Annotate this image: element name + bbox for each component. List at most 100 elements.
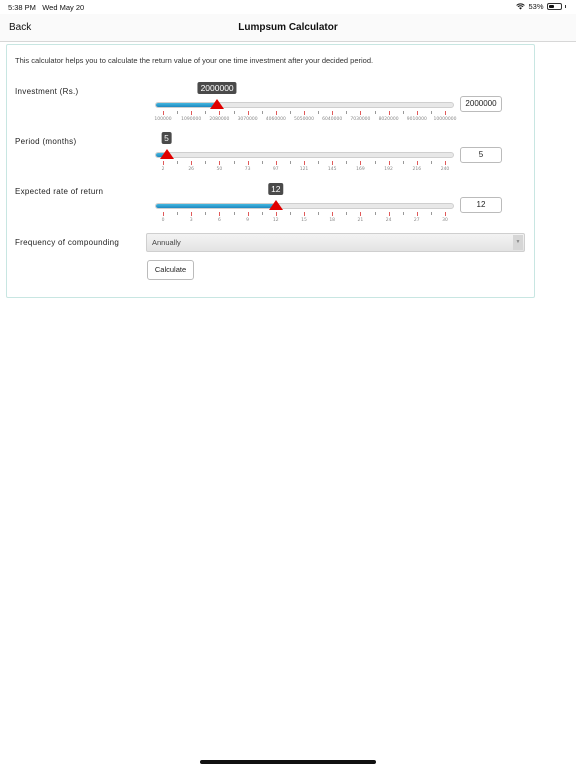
calculate-button[interactable]: Calculate — [147, 260, 194, 280]
chevron-down-icon: ▼ — [513, 235, 523, 250]
period-slider-track[interactable] — [155, 152, 454, 158]
rate-tick — [416, 212, 418, 216]
period-minor-tick — [346, 161, 348, 164]
nav-bar: Back Lumpsum Calculator — [0, 14, 576, 42]
period-tick — [360, 161, 362, 165]
period-tick-label: 240 — [440, 167, 450, 172]
rate-minor-tick — [318, 212, 320, 215]
period-minor-tick — [233, 161, 235, 164]
period-tick-label: 26 — [188, 167, 195, 172]
rate-minor-tick — [374, 212, 376, 215]
rate-tick-label: 21 — [357, 218, 364, 223]
period-slider-handle[interactable] — [159, 149, 174, 159]
investment-minor-tick — [261, 111, 263, 114]
status-time: 5:38 PM Wed May 20 — [8, 3, 84, 12]
period-minor-tick — [318, 161, 320, 164]
investment-tick — [275, 111, 277, 115]
period-tick — [219, 161, 221, 165]
period-minor-tick — [205, 161, 207, 164]
rate-tick — [388, 212, 390, 216]
investment-tick — [416, 111, 418, 115]
page-title: Lumpsum Calculator — [238, 22, 338, 33]
period-tick-label: 145 — [327, 167, 337, 172]
rate-tick — [275, 212, 277, 216]
rate-minor-tick — [177, 212, 179, 215]
period-minor-tick — [402, 161, 404, 164]
period-tick-label: 192 — [384, 167, 393, 172]
investment-slider-handle[interactable] — [210, 99, 225, 109]
investment-value-bubble: 2000000 — [197, 82, 237, 94]
investment-tick — [360, 111, 362, 115]
rate-tick-label: 18 — [329, 218, 336, 223]
rate-tick — [191, 212, 193, 216]
investment-tick-label: 5050000 — [293, 117, 315, 122]
period-tick-label: 169 — [356, 167, 365, 172]
period-slider[interactable]: 2 26 50 73 97 121 145 169 192 216 240 5 — [155, 132, 455, 179]
status-date: Wed May 20 — [42, 3, 85, 12]
investment-tick-label: 1090000 — [181, 117, 202, 122]
investment-slider-track[interactable] — [155, 102, 454, 108]
wifi-icon — [516, 3, 526, 10]
rate-tick-label: 27 — [413, 218, 420, 223]
rate-minor-tick — [289, 212, 291, 215]
rate-tick-label: 30 — [442, 218, 448, 223]
rate-slider[interactable]: 0 3 6 9 12 15 18 21 24 27 30 12 — [155, 183, 455, 230]
rate-slider-fill — [156, 204, 277, 208]
rate-tick — [247, 212, 249, 216]
rate-tick-label: 3 — [189, 218, 193, 223]
period-minor-tick — [177, 161, 179, 164]
rate-value-bubble: 12 — [268, 183, 284, 195]
period-minor-tick — [374, 161, 376, 164]
rate-slider-handle[interactable] — [268, 200, 283, 210]
rate-minor-tick — [346, 212, 348, 215]
period-minor-tick — [289, 161, 291, 164]
investment-tick-label: 8020000 — [378, 117, 399, 122]
rate-tick-label: 9 — [246, 218, 250, 223]
investment-tick — [445, 111, 446, 115]
investment-slider[interactable]: 100000 1090000 2080000 3070000 4060000 505000… — [154, 82, 457, 129]
period-input[interactable]: 5 — [460, 147, 502, 163]
rate-tick — [304, 212, 305, 216]
investment-tick — [163, 111, 164, 115]
investment-tick-label: 3070000 — [237, 117, 258, 122]
rate-minor-tick — [430, 212, 432, 215]
period-tick — [247, 161, 249, 165]
period-tick-label: 121 — [299, 167, 309, 172]
rate-slider-track[interactable] — [155, 203, 454, 209]
intro-text: This calculator helps you to calculate t… — [15, 56, 374, 65]
investment-minor-tick — [233, 111, 235, 114]
investment-minor-tick — [318, 111, 320, 114]
rate-tick — [332, 212, 334, 216]
period-minor-tick — [430, 161, 432, 164]
rate-tick — [445, 212, 446, 216]
investment-tick-label: 9010000 — [406, 117, 427, 122]
frequency-selected-value: Annually — [152, 238, 181, 247]
investment-minor-tick — [205, 111, 207, 114]
status-bar: 5:38 PM Wed May 20 53% — [0, 0, 576, 14]
investment-tick — [388, 111, 390, 115]
frequency-select[interactable]: Annually ▼ — [146, 233, 525, 252]
period-tick — [445, 161, 446, 165]
frequency-label: Frequency of compounding — [15, 238, 120, 247]
investment-minor-tick — [289, 111, 291, 114]
status-indicators: 53% — [516, 2, 566, 11]
period-tick — [275, 161, 277, 165]
period-tick — [191, 161, 193, 165]
rate-tick — [360, 212, 362, 216]
period-tick — [163, 161, 164, 165]
period-tick-label: 97 — [272, 167, 279, 172]
period-tick-label: 216 — [412, 167, 422, 172]
rate-input[interactable]: 12 — [460, 197, 502, 213]
rate-minor-tick — [402, 212, 404, 215]
rate-tick-label: 24 — [385, 218, 392, 223]
investment-tick — [247, 111, 249, 115]
investment-tick-label: 7030000 — [350, 117, 371, 122]
investment-minor-tick — [430, 111, 432, 114]
battery-icon — [546, 3, 562, 10]
rate-label: Expected rate of return — [15, 187, 104, 196]
rate-tick-label: 12 — [272, 218, 279, 223]
investment-tick-label: 10000000 — [433, 117, 457, 122]
investment-input[interactable]: 2000000 — [460, 96, 502, 112]
period-tick — [416, 161, 418, 165]
investment-tick — [304, 111, 305, 115]
